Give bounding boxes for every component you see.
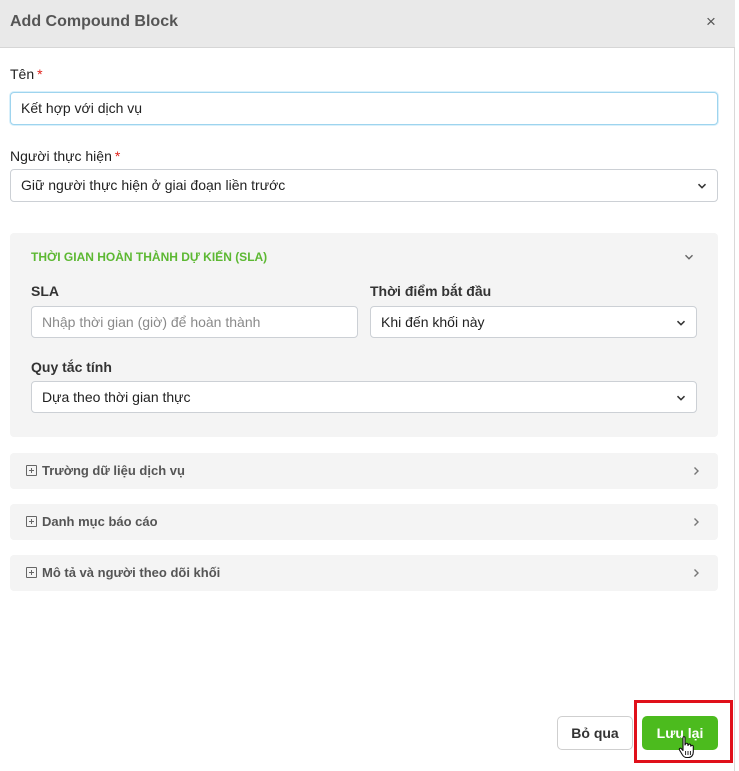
start-time-label: Thời điểm bắt đầu — [370, 283, 492, 299]
calc-rule-label: Quy tắc tính — [31, 359, 112, 375]
chevron-right-icon — [694, 467, 699, 475]
name-input[interactable]: Kết hợp với dịch vụ — [10, 92, 718, 125]
section-label: Trường dữ liệu dịch vụ — [42, 463, 185, 478]
chevron-right-icon — [694, 569, 699, 577]
chevron-down-icon — [697, 183, 707, 189]
chevron-down-icon[interactable] — [684, 252, 694, 262]
plus-square-icon — [26, 465, 37, 476]
start-time-select[interactable]: Khi đến khối này — [370, 306, 697, 338]
calc-rule-select[interactable]: Dựa theo thời gian thực — [31, 381, 697, 413]
hand-pointer-icon — [678, 736, 694, 759]
assignee-select[interactable]: Giữ người thực hiện ở giai đoạn liền trư… — [10, 169, 718, 202]
sla-section: THỜI GIAN HOÀN THÀNH DỰ KIẾN (SLA) SLA N… — [10, 233, 718, 437]
plus-square-icon — [26, 567, 37, 578]
section-service-data-fields[interactable]: Trường dữ liệu dịch vụ — [10, 453, 718, 489]
close-icon[interactable]: × — [700, 10, 722, 34]
assignee-select-value: Giữ người thực hiện ở giai đoạn liền trư… — [21, 177, 286, 193]
name-label-text: Tên — [10, 66, 35, 82]
name-label: Tên * — [10, 66, 43, 82]
section-label: Mô tả và người theo dõi khối — [42, 565, 221, 580]
chevron-right-icon — [694, 518, 699, 526]
chevron-down-icon — [676, 320, 686, 326]
required-mark: * — [114, 148, 121, 164]
dialog-header: Add Compound Block × — [0, 0, 735, 48]
section-label: Danh mục báo cáo — [42, 514, 158, 529]
dialog-title: Add Compound Block — [10, 13, 178, 30]
sla-hours-input[interactable]: Nhập thời gian (giờ) để hoàn thành — [31, 306, 358, 338]
section-description-followers[interactable]: Mô tả và người theo dõi khối — [10, 555, 718, 591]
start-time-select-value: Khi đến khối này — [381, 314, 485, 330]
plus-square-icon — [26, 516, 37, 527]
assignee-label: Người thực hiện * — [10, 148, 120, 164]
chevron-down-icon — [676, 395, 686, 401]
required-mark: * — [37, 66, 43, 82]
add-compound-block-dialog: Add Compound Block × Tên * Kết hợp với dị… — [0, 0, 735, 771]
cancel-button[interactable]: Bỏ qua — [557, 716, 633, 750]
sla-label: SLA — [31, 283, 59, 299]
assignee-label-text: Người thực hiện — [10, 148, 112, 164]
calc-rule-select-value: Dựa theo thời gian thực — [42, 389, 191, 405]
sla-section-title[interactable]: THỜI GIAN HOÀN THÀNH DỰ KIẾN (SLA) — [31, 250, 267, 264]
section-report-categories[interactable]: Danh mục báo cáo — [10, 504, 718, 540]
